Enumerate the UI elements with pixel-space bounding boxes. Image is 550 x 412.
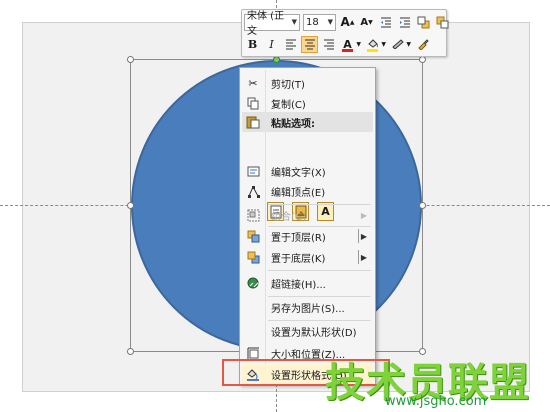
italic-button[interactable]: I [263,36,280,53]
font-size-combo[interactable]: 18 ▼ [303,13,336,31]
chevron-down-icon: ▼ [327,18,333,26]
submenu-arrow-icon[interactable]: ▶ [361,232,367,241]
split-divider [358,250,359,264]
menu-item-send-to-back[interactable]: 置于底层(K) ▶ [242,247,373,267]
split-divider [358,229,359,243]
hyperlink-icon [242,273,264,293]
send-backward-icon[interactable] [434,14,451,31]
bold-button[interactable]: B [244,36,261,53]
resize-handle-nw[interactable] [127,56,134,63]
align-left-icon[interactable] [282,36,299,53]
submenu-arrow-icon[interactable]: ▶ [361,253,367,262]
edit-text-icon [242,161,264,181]
font-color-swatch [342,48,353,52]
submenu-arrow-icon: ▶ [360,210,367,220]
bring-to-front-icon [242,226,264,246]
font-name-value: 宋体 (正文 [247,11,285,37]
line-color-icon[interactable]: ▼ [389,36,411,53]
resize-handle-sw[interactable] [127,348,134,355]
send-to-back-icon [242,247,264,267]
chevron-down-icon: ▼ [406,40,411,48]
menu-item-group: 组合(G) ▶ [242,205,373,225]
fill-color-icon[interactable]: ▼ [364,36,386,53]
increase-indent-icon[interactable] [396,14,413,31]
menu-item-hyperlink[interactable]: 超链接(H)... [242,273,373,293]
menu-item-label: 编辑顶点(E) [271,187,326,199]
menu-item-set-default-shape[interactable]: 设置为默认形状(D) [242,321,373,341]
align-right-icon[interactable] [320,36,337,53]
menu-item-label: 超链接(H)... [271,279,326,291]
paste-icon [242,112,264,132]
menu-item-label: 组合(G) [271,211,307,223]
menu-item-copy[interactable]: 复制(C) [242,93,373,113]
menu-item-label: 另存为图片(S)... [271,303,345,315]
menu-item-edit-points[interactable]: 编辑顶点(E) [242,181,373,201]
decrease-indent-icon[interactable] [377,14,394,31]
menu-item-edit-text[interactable]: 编辑文字(X) [242,161,373,181]
menu-item-label: 置于顶层(R) [271,232,326,244]
menu-item-label: 设置为默认形状(D) [271,327,357,339]
menu-item-save-as-picture[interactable]: 另存为图片(S)... [242,297,373,317]
context-menu: ✂ 剪切(T) 复制(C) 粘贴选项: A 编辑文字(X) 编辑顶点(E) 组合… [239,67,376,385]
chevron-down-icon: ▼ [381,40,386,48]
rotation-handle[interactable] [273,56,280,63]
font-color-button[interactable]: A ▼ [339,36,361,53]
menu-item-label: 复制(C) [271,99,306,111]
menu-item-label: 粘贴选项: [271,118,315,130]
watermark-logo: 技术员联盟 www.jsgho.com [325,350,550,412]
menu-separator [268,270,371,271]
align-center-icon[interactable] [301,35,318,53]
scissors-icon: ✂ [248,76,258,90]
menu-item-bring-to-front[interactable]: 置于顶层(R) ▶ [242,226,373,246]
menu-item-label: 剪切(T) [271,79,305,91]
copy-icon [242,93,264,113]
resize-handle-ne[interactable] [419,56,426,63]
resize-handle-w[interactable] [127,202,134,209]
group-icon [242,205,264,225]
format-painter-icon[interactable] [414,36,431,53]
edit-points-icon [242,181,264,201]
menu-item-label: 编辑文字(X) [271,167,326,179]
menu-item-label: 置于底层(K) [271,253,326,265]
chevron-down-icon: ▼ [356,40,361,48]
watermark-url: www.jsgho.com [385,394,487,409]
menu-header-paste-options: 粘贴选项: [242,112,373,132]
font-size-value: 18 [306,16,319,28]
chevron-down-icon: ▼ [291,18,297,26]
grow-font-icon[interactable]: A ▲ [339,14,356,31]
bring-forward-icon[interactable] [415,14,432,31]
resize-handle-e[interactable] [419,202,426,209]
mini-toolbar: 宋体 (正文 ▼ 18 ▼ A ▲ A ▼ B I A ▼ ▼ ▼ [241,9,449,57]
font-name-combo[interactable]: 宋体 (正文 ▼ [244,11,300,37]
menu-item-cut[interactable]: ✂ 剪切(T) [242,73,373,93]
fill-color-swatch [367,48,378,52]
shrink-font-icon[interactable]: A ▼ [358,14,375,31]
